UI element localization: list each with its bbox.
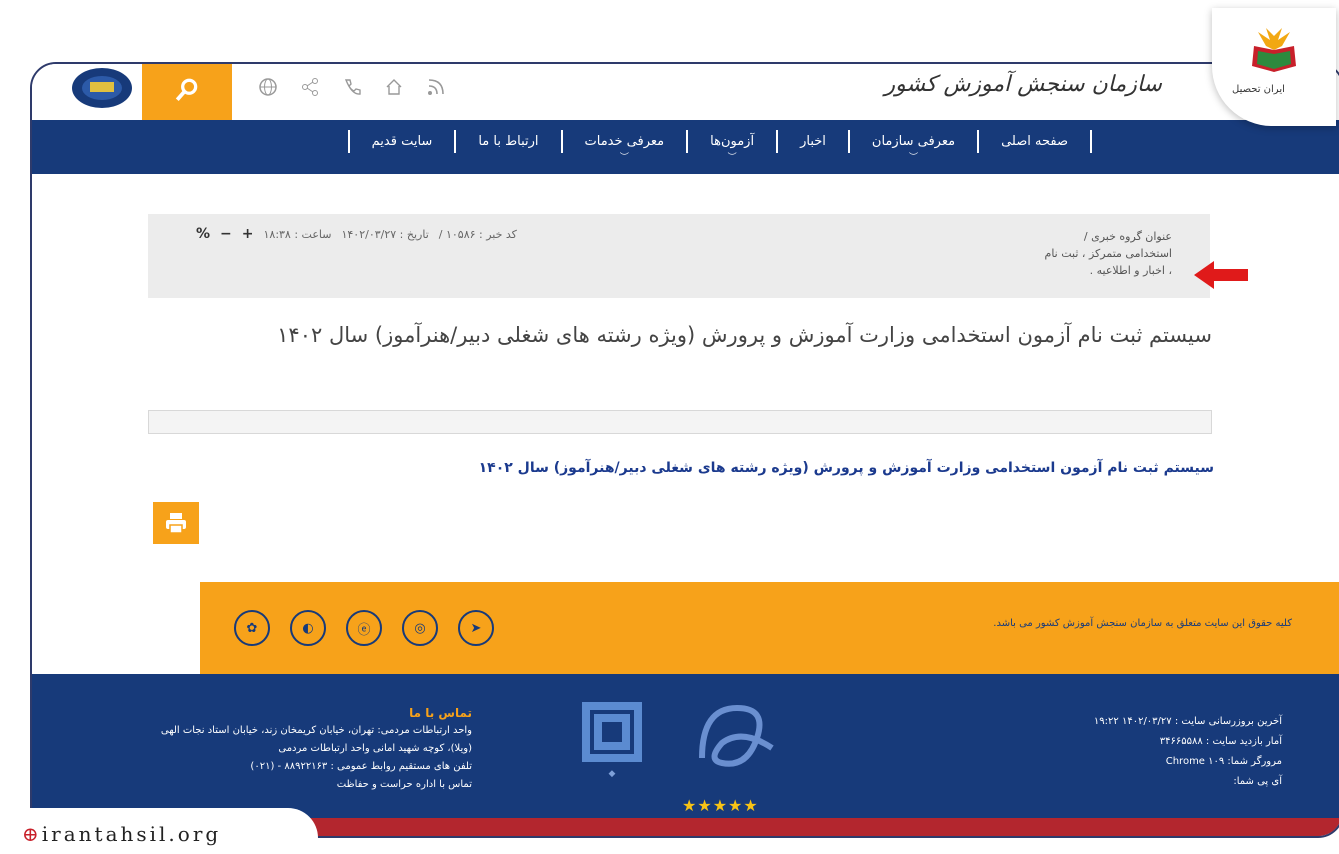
soroush-icon[interactable]: ✿ [234,610,270,646]
nav-item-services[interactable]: معرفی خدمات ︶ [560,130,687,163]
nav-item-home[interactable]: صفحه اصلی [977,130,1092,153]
chevron-down-icon: ︶ [908,153,918,163]
nav-item-old-site[interactable]: سایت قدیم [347,130,455,153]
article-title: سیستم ثبت نام آزمون استخدامی وزارت آموزش… [277,323,1212,347]
group-link[interactable]: ، اخبار و اطلاعیه . [1045,262,1172,279]
browser-info: مرورگر شما: Chrome ۱۰۹ [1165,756,1282,767]
enamad-badge[interactable] [682,688,792,798]
registration-link[interactable]: سیستم ثبت نام آزمون استخدامی وزارت آموزش… [232,460,1214,476]
group-line: عنوان گروه خبری / [1083,230,1172,243]
nav-item-exams[interactable]: آزمون‌ها ︶ [686,130,776,163]
eitaa-icon[interactable]: ⓔ [346,610,382,646]
news-meta: کد خبر : ۱۰۵۸۶ / تاریخ : ۱۴۰۲/۰۳/۲۷ ساعت… [196,226,517,242]
link-icon[interactable]: % [196,226,210,242]
chevron-down-icon: ︶ [619,153,629,163]
contact-address: واحد ارتباطات مردمی: تهران، خیابان کریمخ… [160,725,472,736]
watermark-text: ⊕irantahsil.org [22,822,222,846]
font-decrease-icon[interactable]: − [220,226,232,242]
news-date: تاریخ : ۱۴۰۲/۰۳/۲۷ [341,227,429,241]
bale-icon[interactable]: ◐ [290,610,326,646]
instagram-icon[interactable]: ◎ [402,610,438,646]
arrow-left-icon [1194,261,1248,289]
main-nav: صفحه اصلی معرفی سازمان ︶ اخبار آزمون‌ها ︶ … [32,120,1339,174]
news-time: ساعت : ۱۸:۳۸ [263,227,332,241]
irantahsil-brand-logo: ایران تحصیل [1212,8,1336,126]
phone-icon[interactable] [341,76,363,98]
brand-name: ایران تحصیل [1232,84,1285,95]
rating-stars: ★★★★★ [682,796,759,815]
search-icon [175,78,198,101]
footer-orange-band: ✿ ◐ ⓔ ◎ ➤ کلیه حقوق این سایت متعلق به سا… [200,582,1339,674]
home-icon[interactable] [383,76,405,98]
contact-security: تماس با اداره حراست و حفاظت [336,779,472,790]
share-icon[interactable] [299,76,321,98]
social-links: ✿ ◐ ⓔ ◎ ➤ [234,610,494,646]
news-group: عنوان گروه خبری / استخدامی متمرکز ، ثبت … [1045,228,1172,279]
org-title: سازمان سنجش آموزش کشور [884,72,1162,97]
copyright-text: کلیه حقوق این سایت متعلق به سازمان سنجش … [993,618,1292,629]
news-info-box: عنوان گروه خبری / استخدامی متمرکز ، ثبت … [148,214,1210,298]
ip-info: آی پی شما: [1233,776,1282,787]
rss-icon[interactable] [425,76,447,98]
top-bar: سازمان سنجش آموزش کشور [32,64,1339,120]
contact-address: (ویلا)، کوچه شهید امانی واحد ارتباطات مر… [278,743,472,754]
content-divider [148,410,1212,434]
org-emblem-logo[interactable] [50,64,150,118]
contact-phone: تلفن های مستقیم روابط عمومی : ۸۸۹۲۲۱۶۳ -… [250,761,472,772]
nav-item-contact[interactable]: ارتباط با ما [454,130,560,153]
last-update: آخرین بروزرسانی سایت : ۱۴۰۲/۰۳/۲۷ ۱۹:۲۲ [1093,716,1282,727]
svg-text:◆: ◆ [609,769,616,779]
printer-icon [166,513,186,534]
samandehi-badge[interactable]: ◆ [580,700,644,784]
watermark-badge: ⊕irantahsil.org [0,808,318,854]
nav-item-news[interactable]: اخبار [776,130,848,153]
globe-icon: ⊕ [22,822,42,846]
nav-item-about[interactable]: معرفی سازمان ︶ [847,130,977,163]
search-button[interactable] [142,64,232,120]
site-stats: آخرین بروزرسانی سایت : ۱۴۰۲/۰۳/۲۷ ۱۹:۲۲ … [1094,712,1282,792]
news-code: کد خبر : ۱۰۵۸۶ / [438,227,517,241]
group-link[interactable]: استخدامی متمرکز ، ثبت نام [1045,245,1172,262]
book-emblem-icon [1252,28,1296,72]
font-increase-icon[interactable]: + [242,226,254,242]
print-button[interactable] [153,502,199,544]
visit-count: آمار بازدید سایت : ۳۴۶۶۵۵۸۸ [1159,736,1282,747]
chevron-down-icon: ︶ [727,153,737,163]
contact-block: تماس با ما واحد ارتباطات مردمی: تهران، خ… [52,704,472,794]
contact-title: تماس با ما [409,706,472,720]
telegram-icon[interactable]: ➤ [458,610,494,646]
browser-frame: سازمان سنجش آموزش کشور صفحه اصلی معرفی س… [30,62,1339,838]
globe-icon[interactable] [257,76,279,98]
